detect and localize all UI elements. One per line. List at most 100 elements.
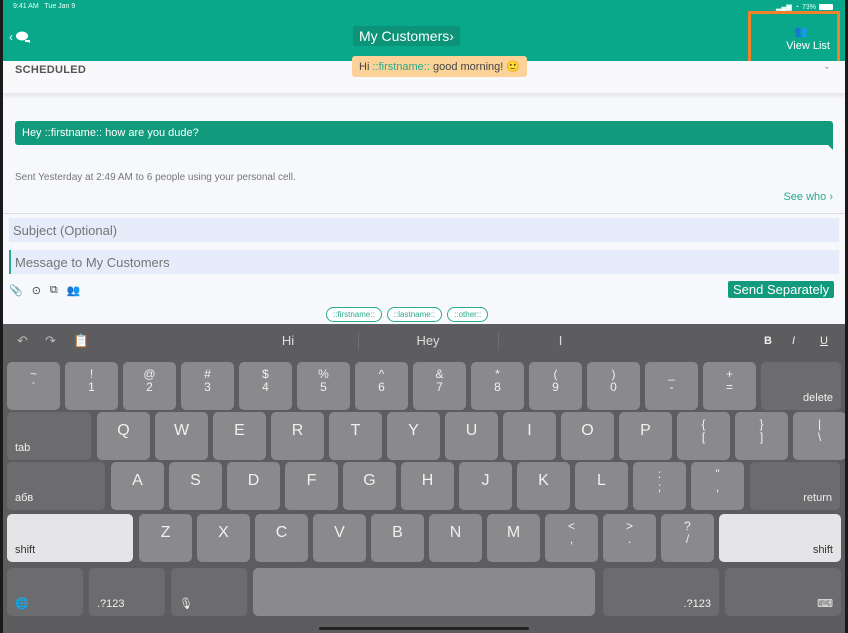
hide-keyboard-key[interactable]: ⌨ [725, 568, 841, 616]
key-row1-0[interactable]: ~ ` [7, 362, 60, 410]
bold-button[interactable]: B [764, 335, 772, 347]
chip-lastname[interactable]: ::lastname:: [386, 307, 443, 322]
numbers-key-right[interactable]: .?123 [603, 568, 719, 616]
chip-other[interactable]: ::other:: [447, 307, 489, 322]
copy-icon[interactable]: ⧉ [50, 284, 58, 297]
tab-key[interactable]: tab [7, 412, 91, 460]
key-d[interactable]: D [227, 462, 280, 510]
message-input[interactable] [9, 250, 839, 274]
key-label: 4 [262, 380, 269, 394]
chevron-down-icon[interactable]: ⌄ [823, 61, 831, 72]
key-row1-9[interactable]: (9 [529, 362, 582, 410]
key-c[interactable]: C [255, 514, 308, 562]
key-shift-label: * [495, 367, 500, 381]
globe-key[interactable]: 🌐 [7, 568, 83, 616]
key-shift-label: ? [684, 519, 691, 533]
key-e[interactable]: E [213, 412, 266, 460]
key-label: , [715, 480, 720, 494]
key-label: E [234, 422, 245, 439]
key-row1-4[interactable]: $4 [239, 362, 292, 410]
key-bracket-1[interactable]: }] [735, 412, 788, 460]
key-q[interactable]: Q [97, 412, 150, 460]
key-m[interactable]: M [487, 514, 540, 562]
key-x[interactable]: X [197, 514, 250, 562]
clock-icon[interactable]: ⊙ [32, 284, 41, 297]
key-row1-7[interactable]: & 7 [413, 362, 466, 410]
key-label: P [640, 422, 651, 439]
key-row1-10[interactable]: ) 0 [587, 362, 640, 410]
view-list-button[interactable]: 👥 View List [748, 11, 840, 64]
key-row1-6[interactable]: ^ 6 [355, 362, 408, 410]
redo-icon[interactable]: ↷ [45, 333, 56, 349]
key-label: F [306, 472, 317, 489]
send-separately-button[interactable]: Send Separately [728, 281, 835, 298]
key-k[interactable]: K [517, 462, 570, 510]
group-title-button[interactable]: My Customers› [353, 26, 460, 46]
key-row1-12[interactable]: + = [703, 362, 756, 410]
key-bracket-2[interactable]: | \ [793, 412, 845, 460]
key-g[interactable]: G [343, 462, 396, 510]
key-n[interactable]: N [429, 514, 482, 562]
key-label: J [481, 472, 490, 489]
paste-icon[interactable]: 📋 [73, 333, 89, 349]
group-icon[interactable]: 👥 [67, 284, 81, 297]
suggestion-2[interactable]: Hey [358, 333, 498, 348]
italic-button[interactable]: I [792, 335, 795, 347]
key-punct-1[interactable]: ", [691, 462, 744, 510]
key-t[interactable]: T [329, 412, 382, 460]
language-key[interactable]: абв [7, 462, 105, 510]
bubble-tail [824, 141, 833, 150]
see-who-link[interactable]: See who › [783, 191, 833, 203]
back-button[interactable]: ‹ [9, 30, 31, 44]
key-j[interactable]: J [459, 462, 512, 510]
key-v[interactable]: V [313, 514, 366, 562]
key-label: S [190, 472, 201, 489]
key-b[interactable]: B [371, 514, 424, 562]
key-sym-0[interactable]: <, [545, 514, 598, 562]
return-key[interactable]: return [750, 462, 840, 510]
dictation-key[interactable]: 🎙 [171, 568, 247, 616]
key-u[interactable]: U [445, 412, 498, 460]
key-p[interactable]: P [619, 412, 672, 460]
paperclip-icon[interactable]: 📎 [9, 284, 23, 297]
key-y[interactable]: Y [387, 412, 440, 460]
key-shift-label: < [567, 519, 575, 533]
key-row1-8[interactable]: * 8 [471, 362, 524, 410]
key-sym-1[interactable]: >. [603, 514, 656, 562]
key-l[interactable]: L [575, 462, 628, 510]
key-row1-1[interactable]: ! 1 [65, 362, 118, 410]
key-row1-5[interactable]: % 5 [297, 362, 350, 410]
key-label: \ [817, 430, 822, 444]
undo-icon[interactable]: ↶ [17, 333, 28, 349]
key-i[interactable]: I [503, 412, 556, 460]
key-bracket-0[interactable]: {[ [677, 412, 730, 460]
preview-text-end: good morning! 🙂 [429, 61, 521, 73]
key-punct-0[interactable]: :; [633, 462, 686, 510]
scheduled-message-preview[interactable]: Hi ::firstname:: good morning! 🙂 [352, 56, 528, 77]
key-sym-2[interactable]: ? / [661, 514, 714, 562]
numbers-key-left[interactable]: .?123 [89, 568, 165, 616]
key-z[interactable]: Z [139, 514, 192, 562]
key-o[interactable]: O [561, 412, 614, 460]
suggestion-1[interactable]: Hi [218, 333, 358, 348]
shift-left-key[interactable]: shift [7, 514, 133, 562]
delete-key[interactable]: delete [761, 362, 841, 410]
key-h[interactable]: H [401, 462, 454, 510]
suggestion-3[interactable]: I [498, 333, 623, 348]
space-bar[interactable] [253, 568, 595, 616]
subject-input[interactable] [9, 218, 839, 242]
key-row1-3[interactable]: #3 [181, 362, 234, 410]
key-label: C [275, 524, 288, 541]
key-shift-label: # [204, 367, 211, 381]
key-row1-2[interactable]: @2 [123, 362, 176, 410]
key-r[interactable]: R [271, 412, 324, 460]
key-w[interactable]: W [155, 412, 208, 460]
key-row1-11[interactable]: _ - [645, 362, 698, 410]
shift-right-key[interactable]: shift [719, 514, 841, 562]
underline-button[interactable]: U [820, 335, 828, 347]
key-a[interactable]: A [111, 462, 164, 510]
microphone-icon: 🎙 [179, 598, 193, 610]
key-f[interactable]: F [285, 462, 338, 510]
chip-firstname[interactable]: ::firstname:: [326, 307, 382, 322]
key-s[interactable]: S [169, 462, 222, 510]
